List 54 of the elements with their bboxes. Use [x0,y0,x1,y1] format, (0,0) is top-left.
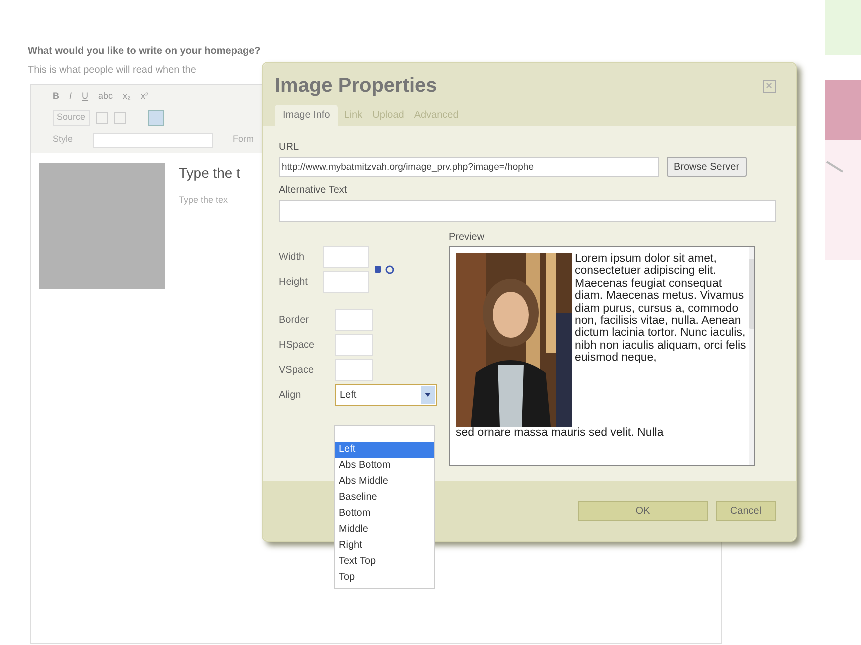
source-button[interactable]: Source [53,110,90,126]
format-button[interactable]: x₂ [123,90,132,104]
subheading: This is what people will read when the [28,64,198,78]
image-icon[interactable] [148,110,164,126]
alternative-text-field[interactable] [279,200,776,222]
dropdown-option[interactable]: Middle [335,522,434,538]
dropdown-option[interactable]: Bottom [335,506,434,522]
dropdown-option[interactable]: Baseline [335,490,434,506]
lock-icon[interactable] [375,266,381,273]
side-panel [825,0,861,55]
style-label: Style [53,133,74,146]
browse-server-button[interactable]: Browse Server [667,157,747,177]
spacing-field[interactable] [335,334,373,356]
format-button[interactable]: x² [141,90,149,104]
url-field[interactable]: http://www.mybatmitzvah.org/image_prv.php?image=/hophe [279,157,659,177]
dropdown-option[interactable]: Abs Bottom [335,458,434,474]
dropdown-option[interactable]: Abs Middle [335,474,434,490]
content-text: Type the tex [179,194,230,207]
preview-text: Lorem ipsum dolor sit amet, consectetuer adipiscing elit. Maecenas feugiat consequat diam. Maecenas metus. Vivamus diam purus, cursus a, commodo non, facilisis vitae, nulla. Aenean dictum lacinia tortor. Nunc iaculis, nibh non iaculis aliquam, orci felis euismod neque, [575,253,747,366]
page-icon[interactable] [96,112,108,124]
dialog-tab[interactable]: Image Info [275,105,338,126]
dropdown-option[interactable]: Text Top [335,554,434,570]
dialog-button[interactable]: OK [578,501,708,521]
dialog-title: Image Properties [275,74,438,99]
format-label: Form [233,133,254,146]
align-label: Align [279,388,302,402]
field-label: Width [279,250,306,264]
format-button[interactable]: B [53,90,60,104]
field-label: VSpace [279,364,316,378]
field-label: HSpace [279,338,316,352]
page-icon[interactable] [114,112,126,124]
style-select[interactable] [93,132,213,148]
field-label: Height [279,276,309,290]
align-select[interactable]: Left [335,384,437,406]
preview-label: Preview [449,231,486,245]
spacing-field[interactable] [335,359,373,381]
content-title: Type the t [179,164,240,183]
dropdown-option[interactable]: Left [335,442,434,458]
dropdown-option[interactable]: Right [335,538,434,554]
format-button[interactable]: U [82,90,89,104]
alternative-text-label: Alternative Text [279,184,348,198]
field-label: Border [279,314,310,328]
format-button[interactable]: I [70,90,72,104]
side-card-header [825,80,861,140]
format-button[interactable]: abc [98,90,114,104]
dialog-button[interactable]: Cancel [716,501,776,521]
spacing-field[interactable] [335,309,373,331]
dropdown-option[interactable]: Top [335,570,434,586]
preview-text: sed ornare massa mauris sed velit. Nulla [456,427,665,440]
size-field[interactable] [323,271,369,293]
reset-icon[interactable] [385,264,395,274]
url-label: URL [279,141,300,155]
size-field[interactable] [323,246,369,268]
heading: What would you like to write on your homepage? [28,45,262,59]
